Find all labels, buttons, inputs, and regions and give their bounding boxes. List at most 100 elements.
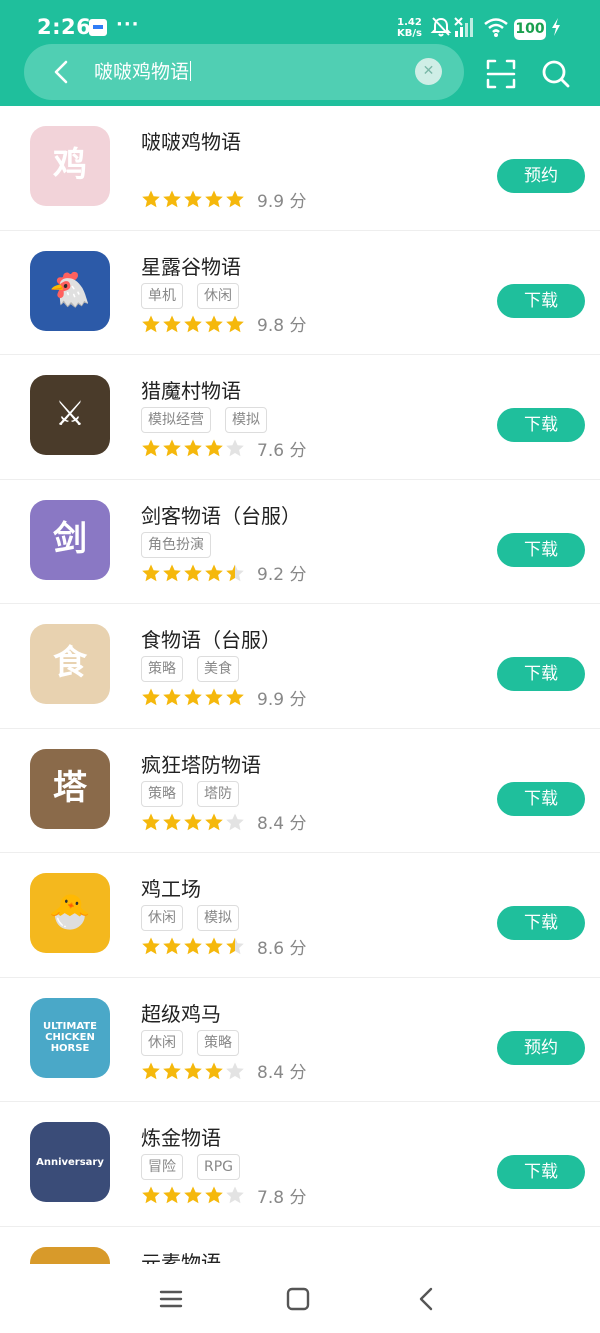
app-tags: 冒险 RPG	[141, 1154, 241, 1180]
star-filled-icon	[205, 564, 223, 581]
app-icon[interactable]: 🐔	[30, 250, 110, 331]
star-filled-icon	[205, 937, 223, 955]
app-list-item[interactable]: 鸡 啵啵鸡物语 9.9 分 预约	[0, 106, 600, 231]
back-icon[interactable]	[412, 1284, 442, 1314]
app-icon-glyph: 🐣	[48, 892, 92, 933]
app-name[interactable]: 猎魔村物语	[141, 375, 241, 404]
app-name[interactable]: 元素物语	[141, 1247, 221, 1265]
app-tags: 模拟经营 模拟	[141, 407, 267, 433]
app-name[interactable]: 食物语（台服）	[141, 624, 281, 653]
app-name[interactable]: 疯狂塔防物语	[141, 749, 261, 778]
app-score: 9.9 分	[257, 689, 307, 710]
download-button[interactable]: 下载	[497, 657, 585, 691]
app-rating: 8.4 分	[141, 810, 306, 834]
app-icon[interactable]: 鸡	[30, 126, 110, 206]
app-list-item[interactable]: 食 食物语（台服） 策略 美食 9.9 分 下载	[0, 604, 600, 729]
app-list-item[interactable]: 剑 剑客物语（台服） 角色扮演 9.2 分 下载	[0, 480, 600, 604]
app-tag: 冒险	[141, 1154, 183, 1180]
app-tag: 模拟经营	[141, 407, 211, 433]
back-arrow-icon[interactable]	[48, 58, 76, 86]
star-filled-icon	[205, 315, 223, 332]
app-rating: 8.6 分	[141, 934, 306, 959]
star-half-icon	[226, 564, 244, 581]
app-name[interactable]: 炼金物语	[141, 1122, 221, 1151]
app-icon-glyph: 🐔	[48, 269, 92, 310]
download-button[interactable]: 下载	[497, 1155, 585, 1189]
app-icon[interactable]: ULTIMATE CHICKEN HORSE	[30, 997, 110, 1078]
app-tag: 策略	[141, 656, 183, 682]
star-filled-icon	[163, 190, 181, 208]
app-tags: 角色扮演	[141, 531, 211, 558]
app-rating: 8.4 分	[141, 1059, 306, 1083]
star-filled-icon	[205, 1062, 223, 1079]
app-icon[interactable]: 剑	[30, 499, 110, 580]
scan-icon[interactable]	[486, 59, 516, 89]
download-button[interactable]: 下载	[497, 906, 585, 940]
bell-mute-icon	[430, 17, 452, 37]
app-name[interactable]: 超级鸡马	[141, 998, 221, 1027]
app-score: 9.2 分	[257, 565, 307, 585]
battery-icon: 100	[514, 19, 546, 40]
app-icon-glyph: 食	[53, 643, 87, 684]
app-tag: 休闲	[197, 282, 239, 309]
app-rating: 9.9 分	[141, 685, 307, 710]
app-icon[interactable]	[30, 1246, 110, 1264]
app-list-item[interactable]: 🐔 星露谷物语 单机 休闲 9.8 分 下载	[0, 231, 600, 355]
app-name[interactable]: 星露谷物语	[141, 251, 241, 280]
app-icon[interactable]: ⚔	[30, 375, 110, 455]
text-caret	[190, 61, 192, 81]
search-input[interactable]: 啵啵鸡物语	[94, 56, 394, 88]
download-button[interactable]: 下载	[497, 283, 585, 318]
app-list-item[interactable]: Anniversary 炼金物语冒险 RPG 7.8 分 下载	[0, 1102, 600, 1227]
star-empty-icon	[226, 813, 244, 830]
app-icon[interactable]: 塔	[30, 748, 110, 829]
star-filled-icon	[142, 688, 160, 706]
app-name[interactable]: 啵啵鸡物语	[141, 126, 241, 155]
app-score: 8.4 分	[257, 1063, 307, 1083]
search-icon[interactable]	[541, 59, 571, 89]
download-button[interactable]: 下载	[497, 532, 585, 567]
app-tag: 塔防	[197, 780, 239, 807]
app-list-item[interactable]: 元素物语	[0, 1227, 600, 1265]
app-name[interactable]: 剑客物语（台服）	[141, 500, 301, 529]
star-rating	[141, 687, 245, 707]
app-score: 7.8 分	[257, 1187, 307, 1208]
search-bar[interactable]: 啵啵鸡物语 ✕	[24, 44, 464, 100]
app-name[interactable]: 鸡工场	[141, 873, 201, 902]
download-button[interactable]: 下载	[497, 408, 585, 442]
star-filled-icon	[163, 315, 181, 332]
app-list-item[interactable]: ⚔ 猎魔村物语 模拟经营 模拟 7.6 分 下载	[0, 355, 600, 480]
star-filled-icon	[205, 190, 223, 208]
star-filled-icon	[226, 315, 244, 332]
menu-icon[interactable]	[156, 1284, 186, 1314]
reserve-button[interactable]: 预约	[497, 1030, 585, 1065]
app-icon-glyph: 塔	[53, 767, 87, 808]
app-icon[interactable]: 食	[30, 624, 110, 704]
app-icon-glyph: ⚔	[54, 394, 86, 435]
clear-icon[interactable]: ✕	[415, 58, 442, 85]
download-button[interactable]: 下载	[497, 781, 585, 816]
net-speed-value: 1.42	[397, 17, 422, 28]
app-tag: 休闲	[141, 1029, 183, 1056]
reserve-button[interactable]: 预约	[497, 159, 585, 193]
star-filled-icon	[205, 1186, 223, 1204]
app-icon[interactable]: 🐣	[30, 873, 110, 953]
star-filled-icon	[184, 190, 202, 208]
app-icon[interactable]: Anniversary	[30, 1122, 110, 1202]
app-list-item[interactable]: 🐣 鸡工场 休闲 模拟 8.6 分 下载	[0, 853, 600, 978]
star-filled-icon	[142, 937, 160, 955]
app-list-item[interactable]: ULTIMATE CHICKEN HORSE 超级鸡马 休闲 策略 8.4 分 预约	[0, 978, 600, 1102]
star-filled-icon	[163, 688, 181, 706]
star-rating	[141, 936, 245, 956]
home-icon[interactable]	[283, 1284, 313, 1314]
app-tags: 休闲 策略	[141, 1029, 239, 1056]
app-list-item[interactable]: 塔 疯狂塔防物语 策略 塔防 8.4 分 下载	[0, 729, 600, 853]
star-empty-icon	[226, 1062, 244, 1079]
search-result-list[interactable]: 鸡啵啵鸡物语 9.9 分预约 🐔 星露谷物语 单机 休闲 9.8 分下载 ⚔ 猎魔村物语 模拟经营…	[0, 106, 600, 1264]
app-tag: 美食	[197, 656, 239, 682]
more-notifications-icon: ···	[116, 14, 140, 35]
star-filled-icon	[184, 1186, 202, 1204]
status-bar: 2:26 ··· 1.42 KB/s 100	[0, 0, 600, 42]
star-rating	[141, 314, 245, 334]
star-filled-icon	[226, 688, 244, 706]
